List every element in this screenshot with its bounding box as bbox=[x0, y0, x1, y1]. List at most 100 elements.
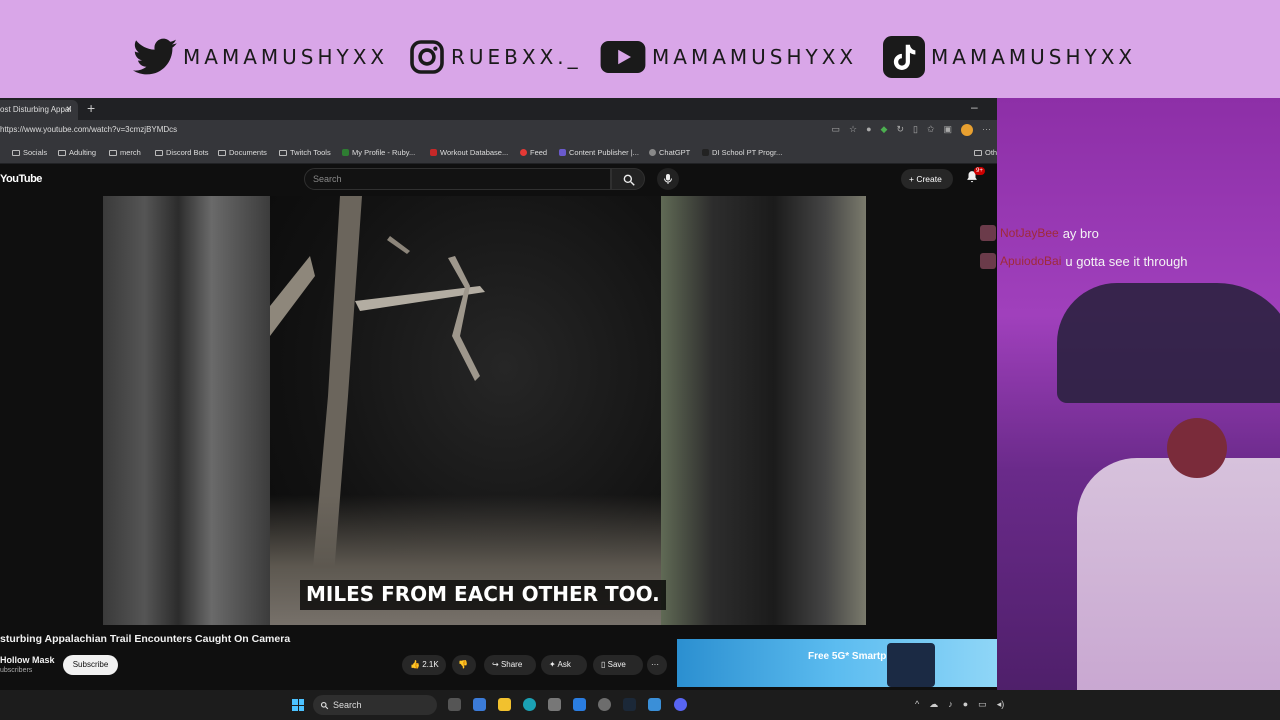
notification-badge: 9+ bbox=[974, 167, 985, 175]
collections-icon[interactable]: ▣ bbox=[943, 124, 952, 136]
network-icon[interactable]: ▭ bbox=[978, 699, 987, 710]
ad-banner[interactable]: Free 5G* Smartphone bbox=[677, 639, 997, 687]
bookmark-twitch-tools[interactable]: Twitch Tools bbox=[279, 148, 331, 157]
bookmark-label: Documents bbox=[229, 148, 267, 157]
folder-icon bbox=[58, 149, 66, 156]
folder-icon bbox=[279, 149, 287, 156]
bookmark-label: ChatGPT bbox=[659, 148, 691, 157]
subscribe-button[interactable]: Subscribe bbox=[63, 655, 118, 675]
bookmark-merch[interactable]: merch bbox=[109, 148, 141, 157]
bookmark-label: Feed bbox=[530, 148, 548, 157]
chrome-icon[interactable] bbox=[598, 698, 611, 711]
bookmark-other[interactable]: Oth bbox=[974, 148, 997, 157]
profile-avatar[interactable] bbox=[961, 124, 973, 136]
extension-icon[interactable]: ● bbox=[866, 124, 871, 136]
steam-icon[interactable] bbox=[623, 698, 636, 711]
address-bar-icons: ▭ ☆ ● ◆ ↻ ▯ ✩ ▣ ··· bbox=[831, 124, 991, 136]
search-button[interactable] bbox=[611, 168, 645, 190]
channel-name[interactable]: Hollow Mask bbox=[0, 655, 55, 665]
tab-bar: ost Disturbing Appal × + – bbox=[0, 98, 997, 120]
leaf-icon bbox=[342, 149, 349, 156]
tab-close-icon[interactable]: × bbox=[66, 104, 72, 115]
more-actions-button[interactable]: ··· bbox=[647, 655, 667, 675]
address-bar[interactable]: https://www.youtube.com/watch?v=3cmzjBYM… bbox=[0, 120, 997, 142]
file-explorer-icon[interactable] bbox=[498, 698, 511, 711]
like-button[interactable]: 👍 2.1K bbox=[402, 655, 446, 675]
create-label: Create bbox=[916, 174, 942, 184]
bookmark-label: Content Publisher |... bbox=[569, 148, 639, 157]
windows-start-icon[interactable] bbox=[292, 699, 304, 711]
install-icon[interactable]: ▭ bbox=[831, 124, 840, 136]
bookmark-adulting[interactable]: Adulting bbox=[58, 148, 96, 157]
chevron-up-icon[interactable]: ^ bbox=[915, 699, 919, 710]
bookmark-di-school[interactable]: DI School PT Progr... bbox=[702, 148, 782, 157]
bookmark-label: Adulting bbox=[69, 148, 97, 157]
instagram-handle: RUEBXX._ bbox=[409, 36, 582, 78]
chat-username: ApuiodoBai bbox=[1000, 254, 1062, 268]
webcam-feed bbox=[997, 98, 1280, 720]
dislike-button[interactable]: 👎 bbox=[452, 655, 476, 675]
volume-icon[interactable]: ◂) bbox=[997, 699, 1005, 710]
onedrive-icon[interactable]: ☁ bbox=[929, 699, 938, 710]
bookmark-my-profile[interactable]: My Profile - Ruby... bbox=[342, 148, 415, 157]
split-icon[interactable]: ▯ bbox=[913, 124, 918, 136]
search-input[interactable]: Search bbox=[304, 168, 611, 190]
tab-title: ost Disturbing Appal bbox=[0, 105, 72, 114]
search-icon bbox=[320, 701, 329, 710]
gaming-chair bbox=[1057, 283, 1280, 403]
youtube-header: YouTube Search + Create 9+ bbox=[0, 164, 997, 194]
folder-icon bbox=[109, 149, 117, 156]
thumbs-up-icon: 👍 bbox=[410, 660, 420, 669]
like-count: 2.1K bbox=[422, 660, 439, 669]
store-icon[interactable] bbox=[548, 698, 561, 711]
video-player[interactable]: MILES FROM EACH OTHER TOO. bbox=[103, 196, 866, 625]
social-banner: MAMAMUSHYXX RUEBXX._ MAMAMUSHYXX MAMAMUS… bbox=[0, 0, 1280, 98]
browser-tab[interactable]: ost Disturbing Appal × bbox=[0, 100, 78, 120]
new-tab-button[interactable]: + bbox=[87, 100, 95, 116]
mail-icon[interactable] bbox=[573, 698, 586, 711]
folder-icon bbox=[218, 149, 226, 156]
bookmark-chatgpt[interactable]: ChatGPT bbox=[649, 148, 690, 157]
edge-icon[interactable] bbox=[523, 698, 536, 711]
task-view-icon[interactable] bbox=[448, 698, 461, 711]
favorites-icon[interactable]: ✩ bbox=[927, 124, 935, 136]
discord-icon[interactable] bbox=[674, 698, 687, 711]
share-label: Share bbox=[500, 660, 523, 669]
bookmarks-bar: Socials Adulting merch Discord Bots Docu… bbox=[0, 142, 997, 164]
bookmark-label: My Profile - Ruby... bbox=[352, 148, 416, 157]
app-icon[interactable] bbox=[648, 698, 661, 711]
microphone-icon[interactable]: ● bbox=[963, 699, 968, 710]
bookmark-content-publisher[interactable]: Content Publisher |... bbox=[559, 148, 639, 157]
copilot-icon[interactable] bbox=[473, 698, 486, 711]
refresh-icon[interactable]: ↻ bbox=[896, 124, 904, 136]
url-text[interactable]: https://www.youtube.com/watch?v=3cmzjBYM… bbox=[0, 125, 177, 134]
chat-avatar bbox=[980, 225, 996, 241]
shield-icon[interactable]: ◆ bbox=[881, 124, 888, 136]
ask-button[interactable]: ✦ Ask bbox=[541, 655, 587, 675]
folder-icon bbox=[12, 149, 20, 156]
youtube-handle: MAMAMUSHYXX bbox=[600, 36, 857, 78]
chatgpt-icon bbox=[649, 149, 656, 156]
system-tray: ^ ☁ ♪ ● ▭ ◂) bbox=[915, 699, 1004, 710]
bookmark-feed[interactable]: Feed bbox=[520, 148, 547, 157]
create-button[interactable]: + Create bbox=[901, 169, 953, 189]
school-icon bbox=[702, 149, 709, 156]
bookmark-documents[interactable]: Documents bbox=[218, 148, 267, 157]
subscriber-count: ubscribers bbox=[0, 667, 33, 674]
folder-icon bbox=[155, 149, 163, 156]
menu-icon[interactable]: ··· bbox=[982, 124, 991, 136]
bookmark-socials[interactable]: Socials bbox=[12, 148, 47, 157]
voice-search-button[interactable] bbox=[657, 168, 679, 190]
bookmark-discord-bots[interactable]: Discord Bots bbox=[155, 148, 209, 157]
taskbar: Search ^ ☁ ♪ ● ▭ ◂) bbox=[0, 690, 1280, 720]
share-button[interactable]: ↪ Share bbox=[484, 655, 536, 675]
bookmark-workout-database[interactable]: Workout Database... bbox=[430, 148, 508, 157]
taskbar-search[interactable]: Search bbox=[313, 695, 437, 715]
star-icon[interactable]: ☆ bbox=[849, 124, 857, 136]
bookmark-label: merch bbox=[120, 148, 141, 157]
speaker-icon[interactable]: ♪ bbox=[948, 699, 953, 710]
youtube-logo[interactable]: YouTube bbox=[0, 173, 42, 185]
microphone-icon bbox=[664, 174, 672, 184]
save-button[interactable]: ▯ Save bbox=[593, 655, 643, 675]
minimize-button[interactable]: – bbox=[971, 100, 978, 114]
